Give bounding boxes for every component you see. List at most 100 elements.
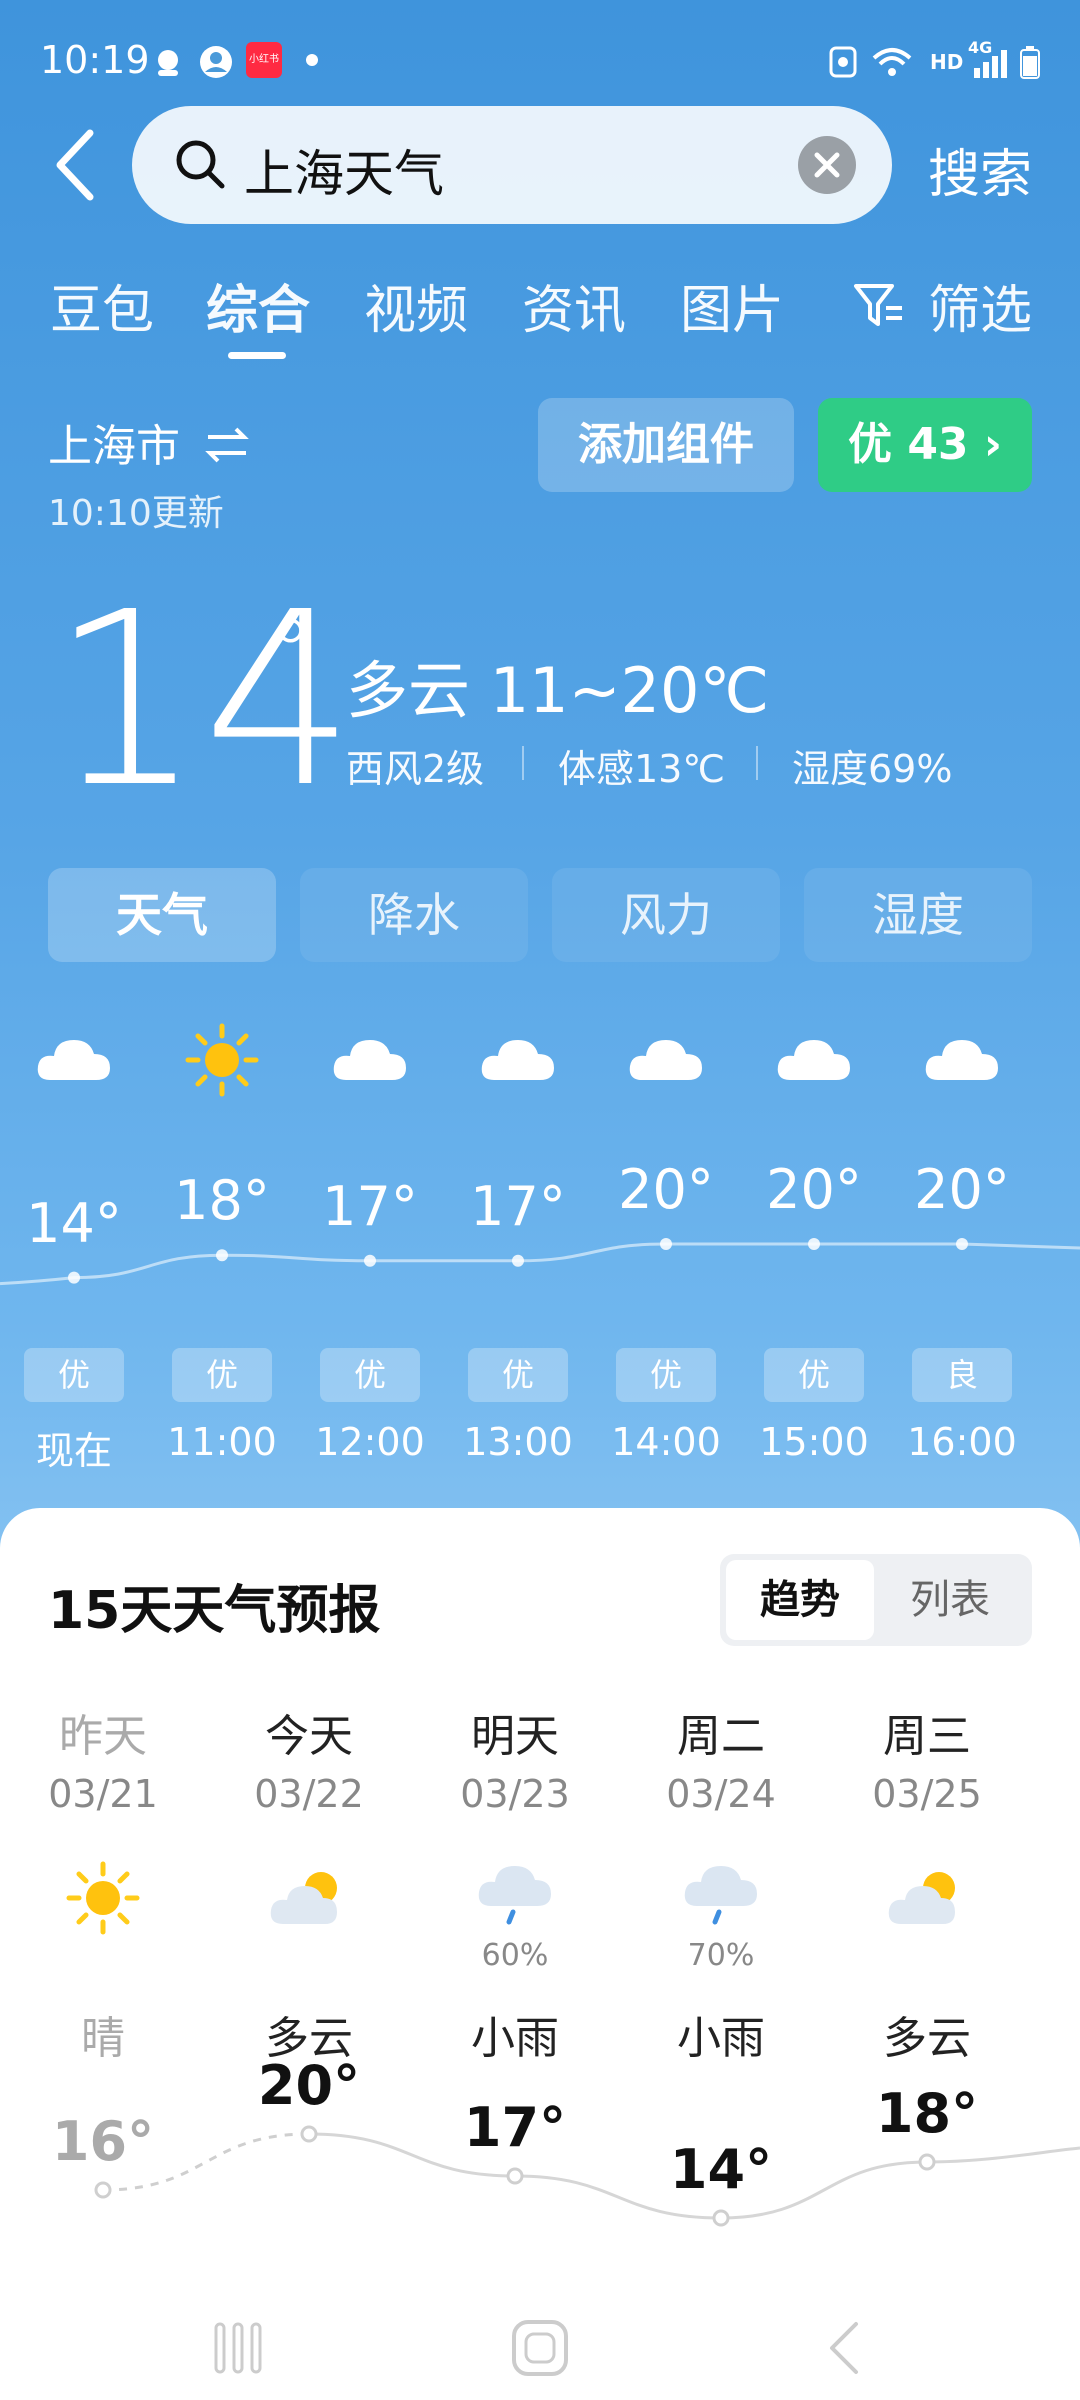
day-condition: 多云 [883, 2013, 971, 2064]
tab-active-indicator [228, 352, 286, 359]
humidity: 湿度69% [792, 747, 953, 791]
hourly-temp-point [660, 1238, 672, 1250]
search-button[interactable]: 搜索 [928, 132, 1032, 207]
hourly-time: 15:00 [759, 1420, 869, 1464]
hourly-temp: 20° [914, 1158, 1010, 1221]
hourly-temp-point [512, 1254, 524, 1267]
wifi-icon [872, 48, 912, 76]
status-app-icon [158, 50, 178, 76]
wind-info: 西风2级 [346, 747, 485, 791]
precip-probability: 70% [687, 1938, 755, 1973]
tab-doubao[interactable]: 豆包 [50, 268, 154, 343]
day-name: 周三 [883, 1711, 971, 1762]
recent-apps-icon[interactable] [208, 2318, 268, 2378]
cloud-icon [34, 1020, 114, 1100]
tab-comprehensive[interactable]: 综合 [206, 268, 310, 343]
trend-view-button[interactable]: 趋势 [726, 1560, 874, 1640]
tab-images[interactable]: 图片 [680, 268, 784, 343]
partly-cloudy-icon [887, 1858, 967, 1938]
account-icon [200, 46, 232, 78]
fifteen-day-forecast-card: 15天天气预报 趋势 列表 昨天 03/21 晴 16° 今天 03/22 多云 20° 明天 0… [0, 1508, 1080, 2400]
daily-temp-point [300, 2125, 318, 2143]
xiaohongshu-icon: 小红书 [246, 42, 282, 78]
day-high-temp: 18° [875, 2082, 979, 2145]
divider [756, 746, 758, 780]
hourly-temp-point [68, 1271, 80, 1284]
sun-icon [63, 1858, 143, 1938]
search-query: 上海天气 [244, 145, 444, 203]
hourly-forecast[interactable]: 14° 优现在 18° 优 11:00 17° 优 12:00 17° 优 13:00 20° 优 14:… [0, 1000, 1080, 1500]
hourly-aqi-badge: 优 [320, 1348, 420, 1402]
hourly-aqi-badge: 优 [616, 1348, 716, 1402]
day-condition: 小雨 [471, 2013, 559, 2064]
hourly-temp-point [364, 1254, 376, 1267]
list-view-button[interactable]: 列表 [876, 1560, 1024, 1640]
day-condition: 小雨 [677, 2013, 765, 2064]
tab-video[interactable]: 视频 [364, 268, 468, 343]
day-condition: 晴 [81, 2013, 125, 2064]
city-selector[interactable]: 上海市 [48, 410, 250, 474]
metric-tab-wind[interactable]: 风力 [552, 868, 780, 962]
clear-search-icon[interactable] [798, 136, 856, 194]
hourly-aqi-badge: 优 [24, 1348, 124, 1402]
aqi-button[interactable]: 优 43 › [818, 398, 1032, 492]
hourly-temp-point [808, 1238, 820, 1250]
back-nav-icon[interactable] [816, 2318, 876, 2378]
degree-symbol: ° [268, 600, 313, 705]
battery-icon [1020, 46, 1040, 79]
home-icon[interactable] [508, 2318, 572, 2378]
cloud-icon [330, 1020, 410, 1100]
day-high-temp: 14° [669, 2138, 773, 2201]
hourly-temp: 18° [174, 1169, 270, 1233]
forecast-title: 15天天气预报 [48, 1581, 381, 1641]
filter-icon[interactable] [850, 278, 906, 334]
divider [522, 746, 524, 780]
hourly-temp: 20° [766, 1158, 862, 1221]
tab-news[interactable]: 资讯 [522, 268, 626, 343]
search-input[interactable]: 上海天气 [132, 106, 892, 224]
hourly-temp: 14° [26, 1191, 122, 1255]
metric-tab-weather[interactable]: 天气 [48, 868, 276, 962]
day-date: 03/25 [872, 1772, 982, 1816]
view-toggle: 趋势 列表 [720, 1554, 1032, 1646]
tab-filter[interactable]: 筛选 [928, 268, 1032, 343]
hourly-aqi-badge: 优 [468, 1348, 568, 1402]
hourly-temp: 20° [618, 1158, 714, 1221]
day-date: 03/24 [666, 1772, 776, 1816]
day-high-temp: 20° [257, 2054, 361, 2117]
hourly-temp: 17° [322, 1174, 418, 1238]
status-dot-icon [306, 54, 318, 66]
metric-tab-precipitation[interactable]: 降水 [300, 868, 528, 962]
add-widget-button[interactable]: 添加组件 [538, 398, 794, 492]
city-name: 上海市 [48, 421, 180, 472]
hourly-temp-point [956, 1238, 968, 1250]
hourly-time: 13:00 [463, 1420, 573, 1464]
hourly-time: 12:00 [315, 1420, 425, 1464]
hourly-temp: 17° [470, 1174, 566, 1238]
rain-icon [475, 1858, 555, 1938]
hd-label: HD [930, 50, 964, 74]
daily-temp-point [712, 2209, 730, 2227]
feels-like: 体感13℃ [558, 747, 726, 791]
day-date: 03/21 [48, 1772, 158, 1816]
current-condition: 多云 11~20℃ [346, 654, 770, 727]
hourly-time: 16:00 [907, 1420, 1017, 1464]
signal-icon [974, 50, 1007, 78]
daily-temp-point [918, 2153, 936, 2171]
daily-temp-point [94, 2181, 112, 2199]
rain-icon [681, 1858, 761, 1938]
sim-icon [829, 46, 857, 78]
back-icon[interactable] [46, 125, 106, 205]
precip-probability: 60% [481, 1938, 549, 1973]
metric-tab-humidity[interactable]: 湿度 [804, 868, 1032, 962]
hourly-aqi-badge: 优 [172, 1348, 272, 1402]
update-time: 10:10更新 [48, 493, 224, 534]
hourly-time: 现在 [35, 1429, 112, 1473]
day-name: 周二 [677, 1711, 765, 1762]
status-time: 10:19 [40, 38, 150, 82]
sun-icon [182, 1020, 262, 1100]
day-name: 明天 [471, 1711, 559, 1762]
search-tabs: 豆包 综合 视频 资讯 图片 筛选 [0, 268, 1080, 359]
cloud-icon [922, 1020, 1002, 1100]
partly-cloudy-icon [269, 1858, 349, 1938]
